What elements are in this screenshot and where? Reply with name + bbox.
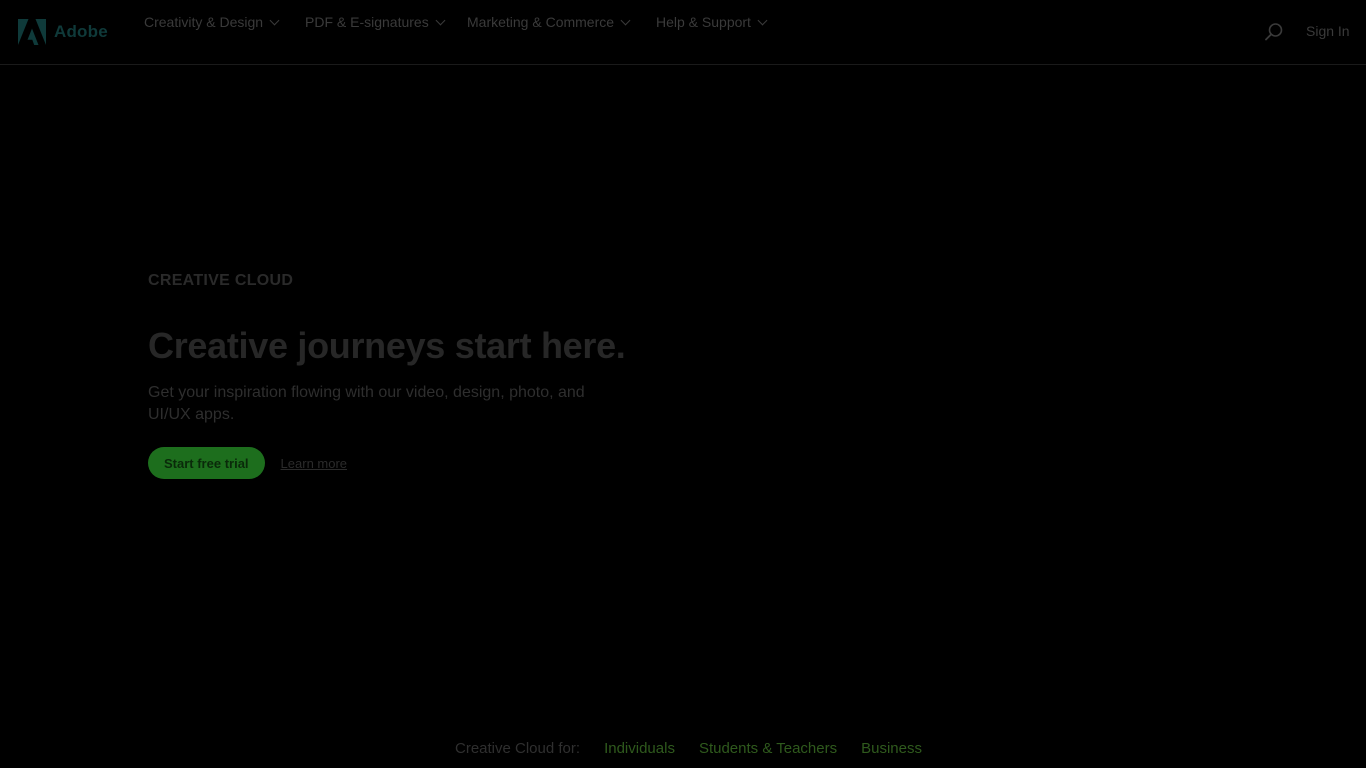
global-header: Adobe Creativity & Design PDF & E-signat…	[0, 0, 1366, 65]
nav-label: Help & Support	[656, 14, 751, 30]
nav-label: Creativity & Design	[144, 14, 264, 30]
chevron-down-icon	[435, 15, 446, 25]
sign-in-link[interactable]: Sign In	[1306, 23, 1350, 39]
nav-marketing-commerce[interactable]: Marketing & Commerce	[467, 14, 631, 30]
audience-strip-label: Creative Cloud for:	[455, 740, 581, 757]
chevron-down-icon	[620, 15, 631, 25]
nav-creativity-design[interactable]: Creativity & Design	[144, 14, 280, 30]
learn-more-link[interactable]: Learn more	[281, 456, 347, 471]
nav-pdf-esignatures[interactable]: PDF & E-signatures	[305, 14, 446, 30]
search-button[interactable]	[1264, 22, 1284, 42]
audience-strip: Creative Cloud for: Individuals Students…	[455, 740, 922, 757]
adobe-logo-icon	[18, 19, 46, 45]
adobe-logo-text: Adobe	[54, 22, 108, 41]
audience-link-students-teachers[interactable]: Students & Teachers	[699, 740, 837, 757]
nav-label: PDF & E-signatures	[305, 14, 429, 30]
hero-section: CREATIVE CLOUD Creative journeys start h…	[148, 272, 628, 479]
audience-link-business[interactable]: Business	[861, 740, 922, 757]
search-icon	[1265, 23, 1283, 41]
nav-help-support[interactable]: Help & Support	[656, 14, 768, 30]
chevron-down-icon	[757, 15, 768, 25]
hero-cta-row: Start free trial Learn more	[148, 447, 628, 479]
nav-label: Marketing & Commerce	[467, 14, 615, 30]
hero-eyebrow: CREATIVE CLOUD	[148, 272, 294, 289]
start-free-trial-button[interactable]: Start free trial	[148, 447, 265, 479]
chevron-down-icon	[269, 15, 280, 25]
hero-headline: Creative journeys start here.	[148, 325, 626, 366]
adobe-logo-link[interactable]: Adobe	[18, 19, 108, 45]
audience-link-individuals[interactable]: Individuals	[604, 740, 675, 757]
hero-description: Get your inspiration flowing with our vi…	[148, 384, 585, 423]
